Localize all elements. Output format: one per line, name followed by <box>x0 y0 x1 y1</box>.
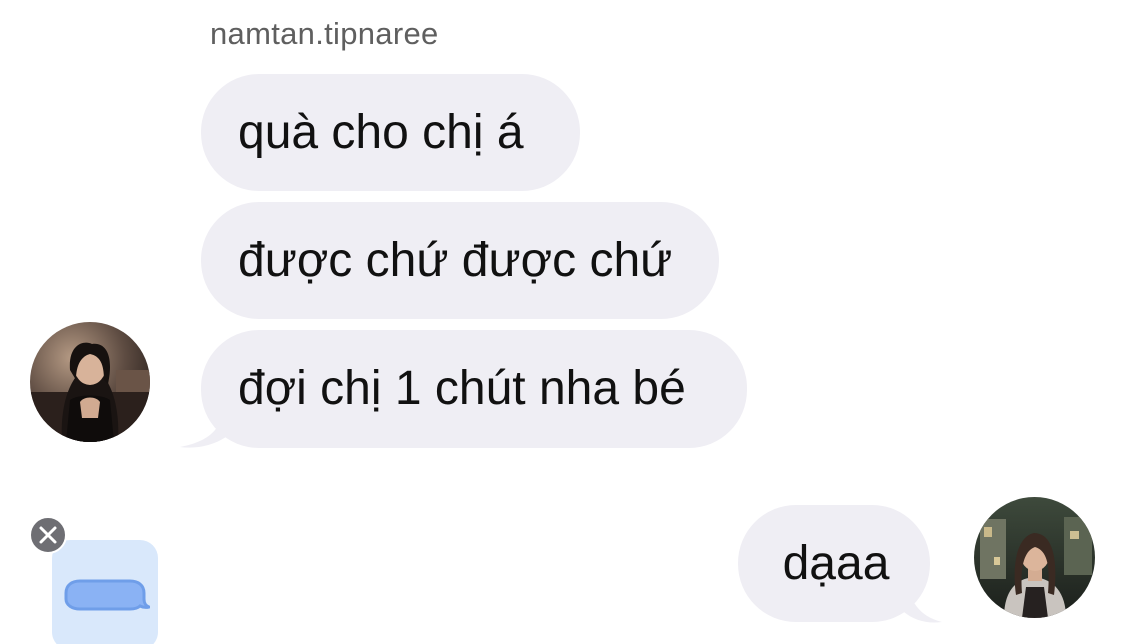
profile-photo-avatar <box>30 322 150 442</box>
message-bubble-icon <box>64 579 150 611</box>
outgoing-message-bubble[interactable]: dạaa <box>738 505 930 622</box>
sender-avatar[interactable] <box>30 322 150 442</box>
profile-photo-avatar <box>974 497 1095 618</box>
dismiss-attachment-button[interactable] <box>29 516 67 554</box>
outgoing-bubble-tail <box>904 580 942 623</box>
incoming-message-bubble[interactable]: đợi chị 1 chút nha bé <box>201 330 747 448</box>
sender-name: namtan.tipnaree <box>210 16 439 51</box>
close-icon <box>39 526 57 544</box>
message-thread: namtan.tipnaree quà cho chị á được chứ đ… <box>0 0 1125 644</box>
user-avatar[interactable] <box>974 497 1095 618</box>
incoming-message-bubble[interactable]: được chứ được chứ <box>201 202 719 319</box>
incoming-message-bubble[interactable]: quà cho chị á <box>201 74 580 191</box>
